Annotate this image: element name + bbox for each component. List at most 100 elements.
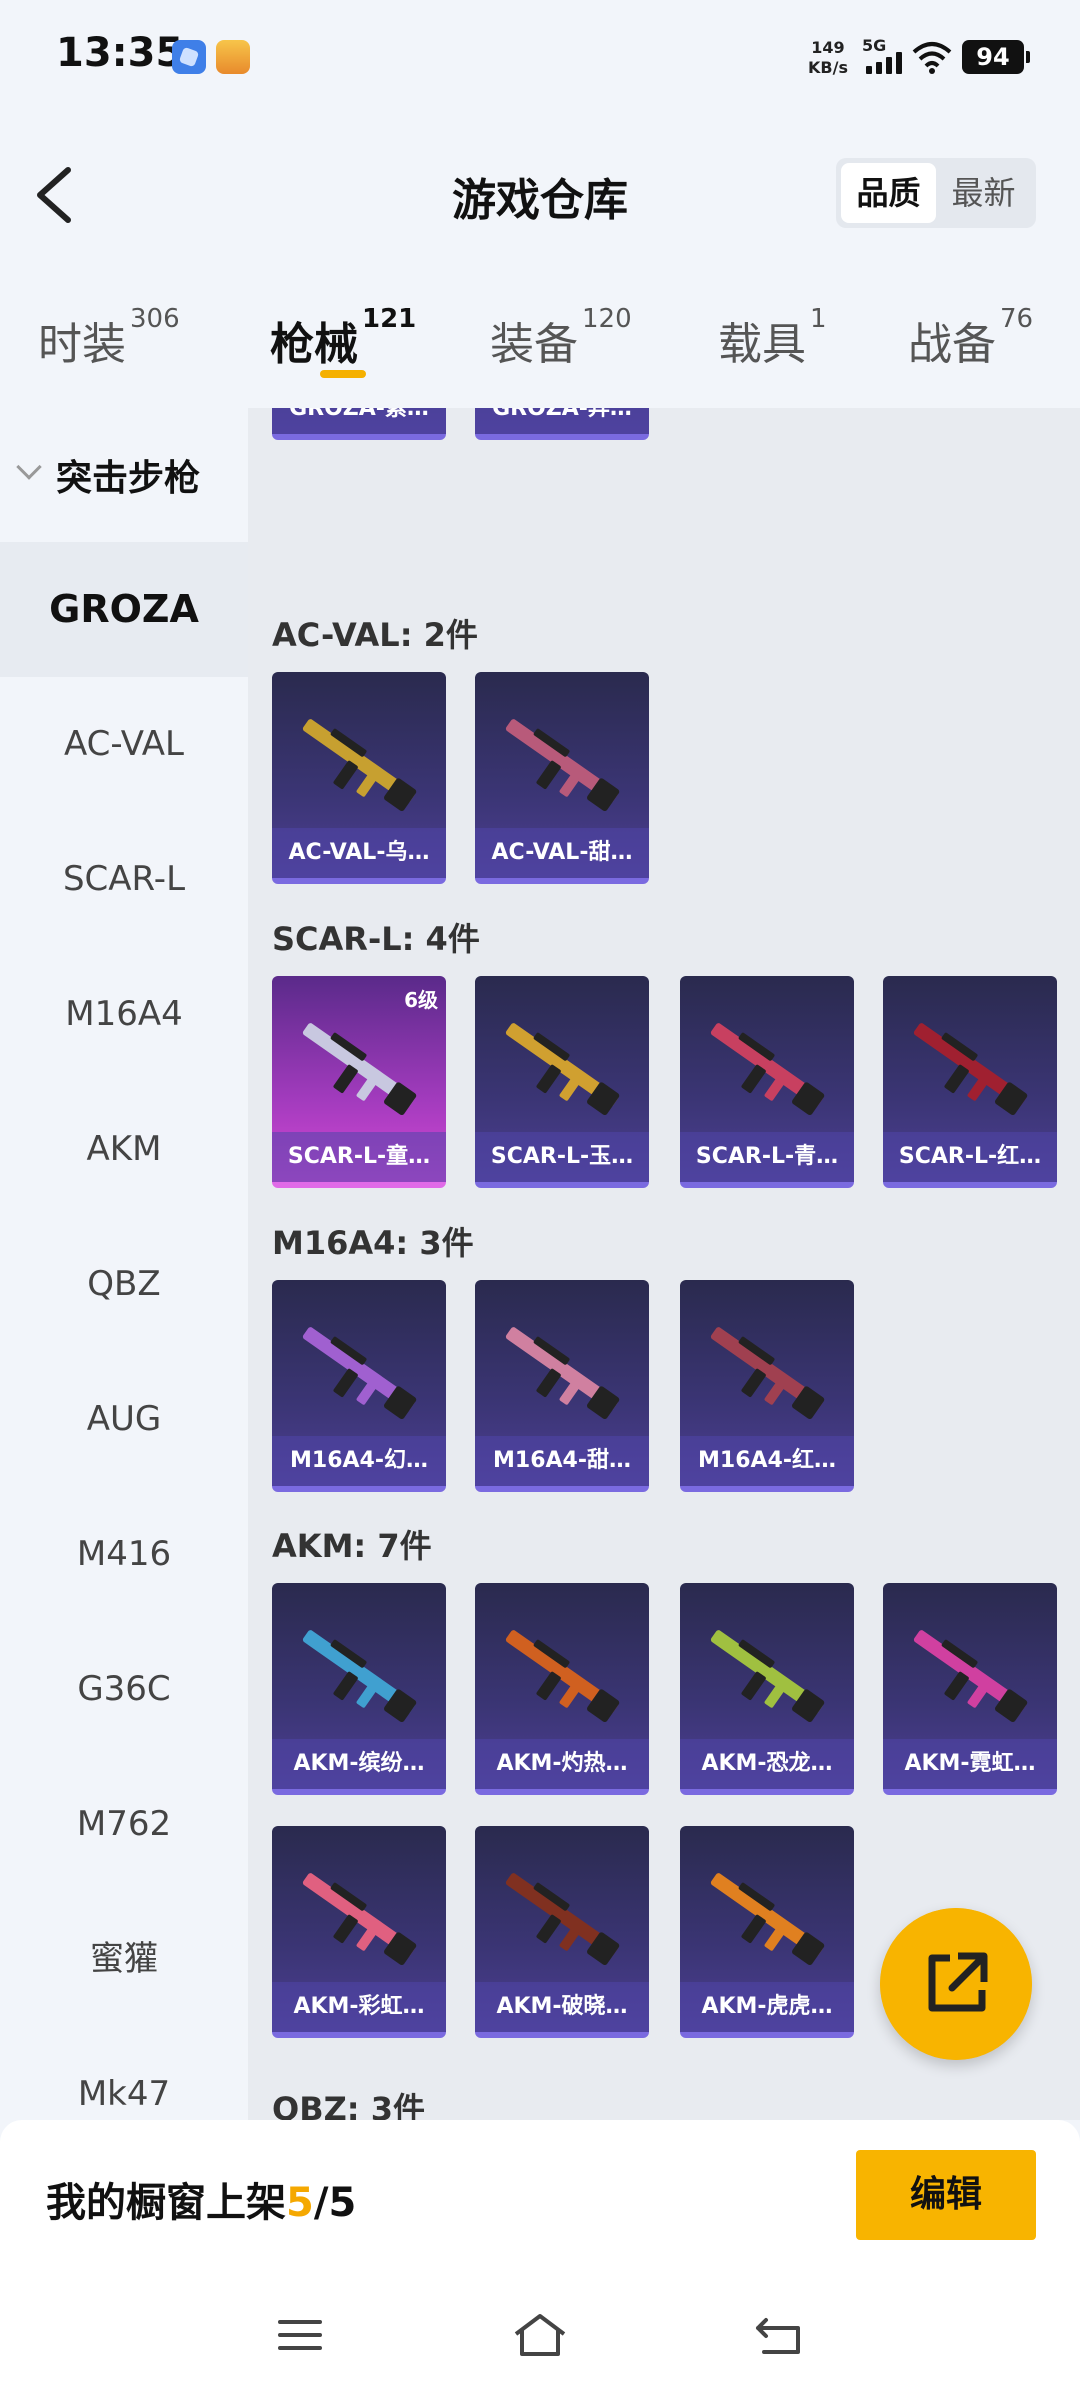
- edit-button[interactable]: 编辑: [856, 2150, 1036, 2240]
- weapon-card[interactable]: AKM-破晓…: [475, 1826, 649, 2038]
- chevron-down-icon: [16, 454, 42, 480]
- weapon-card[interactable]: AC-VAL-乌…: [272, 672, 446, 884]
- sidebar-category-assault-rifles[interactable]: 突击步枪: [0, 408, 248, 542]
- tab-label: 战备: [908, 319, 996, 370]
- sidebar-item-honey-badger[interactable]: 蜜獾: [0, 1892, 248, 2027]
- network-speed: 149 KB/s: [808, 38, 848, 78]
- weapon-card-label: AC-VAL-乌…: [272, 828, 446, 878]
- weapon-skin-image: [913, 1023, 1028, 1116]
- tab-count: 121: [362, 304, 417, 334]
- sidebar-item-g36c[interactable]: G36C: [0, 1622, 248, 1757]
- weapon-skin-image: [302, 1023, 417, 1116]
- tab-count: 120: [582, 304, 632, 334]
- weapon-level-badge: 6级: [404, 988, 438, 1012]
- weapon-card-label: AKM-灼热…: [475, 1739, 649, 1789]
- menu-icon[interactable]: [270, 2310, 330, 2360]
- tab-vehicles[interactable]: 载具 1: [718, 304, 827, 372]
- return-icon[interactable]: [750, 2310, 810, 2360]
- sidebar-item-mk47[interactable]: Mk47: [0, 2027, 248, 2120]
- tab-equipment[interactable]: 装备 120: [490, 304, 632, 372]
- weapon-skin-image: [710, 1630, 825, 1723]
- app-notification-icon: [172, 40, 206, 74]
- sort-latest-button[interactable]: 最新: [936, 163, 1031, 223]
- weapon-card[interactable]: GROZA-异…: [475, 408, 649, 440]
- share-icon[interactable]: [880, 1908, 1032, 2060]
- wifi-icon: [912, 42, 952, 74]
- section-title: AKM: 7件: [272, 1527, 432, 1565]
- weapon-card[interactable]: AKM-彩虹…: [272, 1826, 446, 2038]
- sidebar-item-ac-val[interactable]: AC-VAL: [0, 677, 248, 812]
- weapon-card[interactable]: SCAR-L-红…: [883, 976, 1057, 1188]
- weapon-card-label: AC-VAL-甜…: [475, 828, 649, 878]
- sort-toggle: 品质 最新: [836, 158, 1036, 228]
- section-title: M16A4: 3件: [272, 1224, 474, 1262]
- weapon-skin-image: [505, 719, 620, 812]
- weapon-card-label: M16A4-幻…: [272, 1436, 446, 1486]
- status-bar: 13:35 149 KB/s 5G 94: [0, 0, 1080, 120]
- weapon-card-label: AKM-彩虹…: [272, 1982, 446, 2032]
- header: 游戏仓库 品质 最新: [0, 140, 1080, 250]
- weapon-card-label: AKM-缤纷…: [272, 1739, 446, 1789]
- weapon-card[interactable]: AKM-虎虎…: [680, 1826, 854, 2038]
- weapon-type-sidebar: 突击步枪 GROZA AC-VAL SCAR-L M16A4 AKM QBZ A…: [0, 408, 248, 2120]
- sidebar-item-qbz[interactable]: QBZ: [0, 1217, 248, 1352]
- sidebar-item-m16a4[interactable]: M16A4: [0, 947, 248, 1082]
- weapon-skin-image: [505, 1023, 620, 1116]
- weapon-skin-image: [710, 1873, 825, 1966]
- showcase-label: 我的橱窗上架: [46, 2180, 286, 2226]
- weapon-card[interactable]: M16A4-甜…: [475, 1280, 649, 1492]
- sort-quality-button[interactable]: 品质: [841, 163, 936, 223]
- sidebar-item-m416[interactable]: M416: [0, 1487, 248, 1622]
- sidebar-item-scar-l[interactable]: SCAR-L: [0, 812, 248, 947]
- weapon-skin-image: [505, 1630, 620, 1723]
- weapon-card-label: SCAR-L-红…: [883, 1132, 1057, 1182]
- tab-supplies[interactable]: 战备 76: [908, 304, 1033, 372]
- weapon-card[interactable]: AC-VAL-甜…: [475, 672, 649, 884]
- weapon-card-label: M16A4-甜…: [475, 1436, 649, 1486]
- weapon-card[interactable]: AKM-霓虹…: [883, 1583, 1057, 1795]
- weapon-card-label: AKM-恐龙…: [680, 1739, 854, 1789]
- home-icon[interactable]: [510, 2310, 570, 2360]
- tab-weapons[interactable]: 枪械 121: [270, 304, 416, 372]
- network-speed-unit: KB/s: [808, 58, 848, 77]
- weapon-card[interactable]: AKM-恐龙…: [680, 1583, 854, 1795]
- weapon-card-label: SCAR-L-青…: [680, 1132, 854, 1182]
- status-time: 13:35: [56, 30, 184, 76]
- weapon-card-label: SCAR-L-玉…: [475, 1132, 649, 1182]
- weapon-card-label: SCAR-L-童…: [272, 1132, 446, 1182]
- game-notification-icon: [216, 40, 250, 74]
- active-tab-indicator: [320, 370, 366, 378]
- showcase-current-count: 5: [286, 2180, 314, 2226]
- weapon-skin-image: [302, 719, 417, 812]
- weapon-card[interactable]: AKM-缤纷…: [272, 1583, 446, 1795]
- sidebar-category-label: 突击步枪: [56, 458, 201, 499]
- weapon-card[interactable]: M16A4-幻…: [272, 1280, 446, 1492]
- weapon-card[interactable]: M16A4-红…: [680, 1280, 854, 1492]
- tab-label: 时装: [38, 319, 126, 370]
- weapon-skin-image: [302, 1630, 417, 1723]
- weapon-card[interactable]: 6级 SCAR-L-童…: [272, 976, 446, 1188]
- weapon-card[interactable]: GROZA-紫…: [272, 408, 446, 440]
- signal-icon: [866, 52, 906, 74]
- weapon-card[interactable]: SCAR-L-玉…: [475, 976, 649, 1188]
- battery-indicator: 94: [962, 40, 1030, 74]
- tab-outfits[interactable]: 时装 306: [38, 304, 180, 372]
- sidebar-item-groza[interactable]: GROZA: [0, 542, 248, 677]
- weapon-card-label: AKM-虎虎…: [680, 1982, 854, 2032]
- network-speed-value: 149: [811, 38, 845, 57]
- sidebar-item-m762[interactable]: M762: [0, 1757, 248, 1892]
- weapon-grid: GROZA-紫… GROZA-异… AC-VAL: 2件 AC-VAL-乌… AC-VA…: [248, 408, 1080, 2120]
- tab-count: 1: [810, 304, 827, 334]
- weapon-card[interactable]: AKM-灼热…: [475, 1583, 649, 1795]
- weapon-skin-image: [710, 1023, 825, 1116]
- weapon-card-label: AKM-霓虹…: [883, 1739, 1057, 1789]
- category-tabs: 时装 306 枪械 121 装备 120 载具 1 战备 76: [0, 290, 1080, 400]
- weapon-skin-image: [505, 1327, 620, 1420]
- system-nav-bar: [0, 2270, 1080, 2400]
- sidebar-item-akm[interactable]: AKM: [0, 1082, 248, 1217]
- weapon-card-label: M16A4-红…: [680, 1436, 854, 1486]
- weapon-skin-image: [913, 1630, 1028, 1723]
- tab-count: 306: [130, 304, 180, 334]
- sidebar-item-aug[interactable]: AUG: [0, 1352, 248, 1487]
- weapon-card[interactable]: SCAR-L-青…: [680, 976, 854, 1188]
